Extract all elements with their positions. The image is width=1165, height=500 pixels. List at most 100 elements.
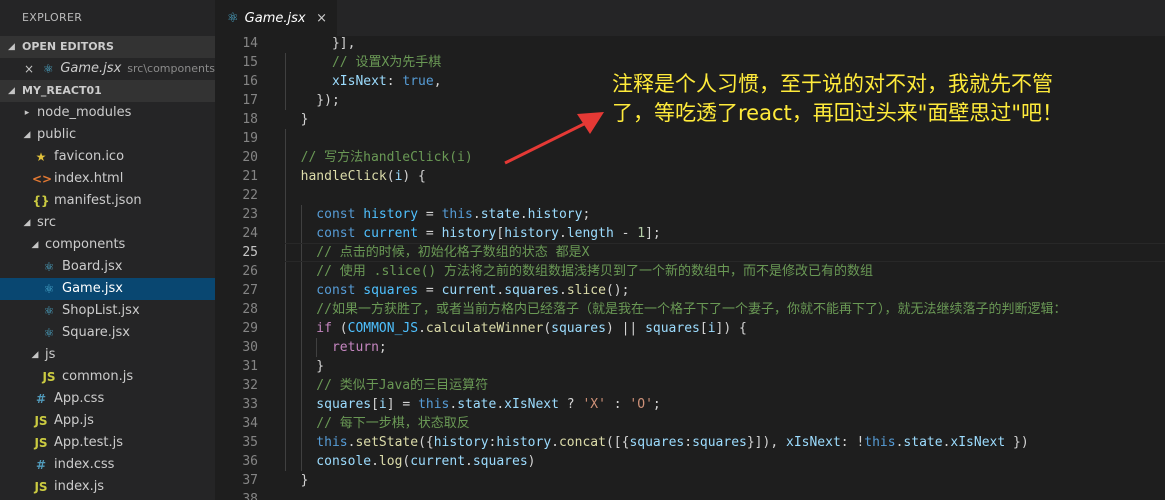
- code-token: ?: [558, 397, 583, 412]
- code-token: ]) {: [715, 321, 747, 336]
- code-token: const: [285, 226, 364, 241]
- code-token: if: [285, 321, 340, 336]
- code-line[interactable]: this.setState({history:history.concat([{…: [285, 433, 1028, 452]
- code-line[interactable]: // 使用 .slice() 方法将之前的数组数据浅拷贝到了一个新的数组中，而不…: [285, 262, 873, 281]
- code-line[interactable]: console.log(current.squares): [285, 452, 535, 471]
- code-token: slice: [566, 283, 606, 298]
- file-manifest-json[interactable]: {} manifest.json: [0, 190, 215, 212]
- explorer-title: EXPLORER: [22, 11, 83, 24]
- code-line[interactable]: // 类似于Java的三目运算符: [285, 376, 488, 395]
- json-icon: {}: [32, 194, 50, 208]
- tab-label: Game.jsx: [244, 10, 306, 26]
- code-token: xIsNext: [786, 435, 841, 450]
- file-app-test-js[interactable]: JS App.test.js: [0, 432, 215, 454]
- code-token: const: [285, 283, 364, 298]
- line-number: 15: [242, 55, 258, 70]
- code-line[interactable]: squares[i] = this.state.xIsNext ? 'X' : …: [285, 395, 660, 414]
- js-icon: JS: [34, 480, 48, 494]
- line-number: 21: [242, 169, 258, 184]
- open-editors-header[interactable]: ◢ OPEN EDITORS: [0, 36, 215, 58]
- code-token: }],: [285, 36, 356, 51]
- file-favicon-ico[interactable]: ★ favicon.ico: [0, 146, 215, 168]
- code-token: :: [605, 397, 630, 412]
- code-line[interactable]: return;: [285, 338, 387, 357]
- code-token: .: [558, 226, 567, 241]
- file-index-css[interactable]: # index.css: [0, 454, 215, 476]
- code-token: :: [684, 435, 693, 450]
- file-app-js[interactable]: JS App.js: [0, 410, 215, 432]
- code-line[interactable]: }: [285, 357, 324, 376]
- code-token: xIsNext: [950, 435, 1006, 450]
- code-line[interactable]: });: [285, 91, 340, 110]
- code-line[interactable]: // 每下一步棋，状态取反: [285, 414, 470, 433]
- file-game-jsx[interactable]: ⚛ Game.jsx: [0, 278, 215, 300]
- code-token: 1: [637, 226, 646, 241]
- folder-public[interactable]: ◢ public: [0, 124, 215, 146]
- line-number: 14: [242, 36, 258, 51]
- react-icon: ⚛: [43, 304, 55, 318]
- code-token: ] =: [386, 397, 419, 412]
- code-token: ): [527, 454, 536, 469]
- react-icon: ⚛: [43, 326, 55, 340]
- file-common-js[interactable]: JS common.js: [0, 366, 215, 388]
- close-icon[interactable]: ×: [24, 58, 34, 80]
- code-line[interactable]: if (COMMON_JS.calculateWinner(squares) |…: [285, 319, 747, 338]
- code-token: =: [418, 207, 442, 222]
- code-line[interactable]: xIsNext: true,: [285, 72, 442, 91]
- code-token: // 类似于Java的三目运算符: [285, 378, 489, 393]
- file-square-jsx[interactable]: ⚛ Square.jsx: [0, 322, 215, 344]
- code-token: log: [378, 454, 403, 469]
- code-token: state: [457, 397, 497, 412]
- code-token: }]),: [746, 435, 786, 450]
- tree-item-label: js: [45, 347, 56, 362]
- code-token: length: [566, 226, 614, 241]
- code-line[interactable]: }: [285, 471, 309, 490]
- code-line[interactable]: }],: [285, 36, 356, 53]
- file-app-css[interactable]: # App.css: [0, 388, 215, 410]
- code-token: calculateWinner: [425, 321, 544, 336]
- code-line[interactable]: const squares = current.squares.slice();: [285, 281, 629, 300]
- code-token: ,: [433, 74, 442, 89]
- code-token: history: [441, 226, 497, 241]
- code-line[interactable]: // 点击的时候，初始化格子数组的状态 都是X: [285, 243, 589, 262]
- file-shoplist-jsx[interactable]: ⚛ ShopList.jsx: [0, 300, 215, 322]
- folder-components[interactable]: ◢ components: [0, 234, 215, 256]
- tree-item-label: common.js: [62, 369, 134, 384]
- file-index-js[interactable]: JS index.js: [0, 476, 215, 498]
- code-token: squares: [363, 283, 419, 298]
- code-line[interactable]: const history = this.state.history;: [285, 205, 590, 224]
- tab-game-jsx[interactable]: ⚛ Game.jsx ×: [215, 0, 337, 36]
- code-token: :: [386, 74, 403, 89]
- line-number: 18: [242, 112, 258, 127]
- folder-node-modules[interactable]: ▸ node_modules: [0, 102, 215, 124]
- open-editor-item[interactable]: × ⚛ Game.jsx src\components: [0, 58, 215, 80]
- close-icon[interactable]: ×: [316, 11, 327, 26]
- code-line[interactable]: //如果一方获胜了，或者当前方格内已经落子（就是我在一个格子下了一个妻子，你就不…: [285, 300, 1066, 319]
- code-token: state: [480, 207, 520, 222]
- project-header[interactable]: ◢ MY_REACT01: [0, 80, 215, 102]
- react-icon: ⚛: [43, 260, 55, 274]
- annotation-text: 注释是个人习惯，至于说的对不对，我就先不管 了，等吃透了react，再回过头来"…: [612, 70, 1132, 128]
- code-token: // 每下一步棋，状态取反: [285, 416, 470, 431]
- code-token: .: [558, 283, 567, 298]
- file-index-html[interactable]: <> index.html: [0, 168, 215, 190]
- react-icon: ⚛: [227, 10, 239, 26]
- line-number: 29: [242, 321, 258, 336]
- code-token: squares: [645, 321, 700, 336]
- code-line[interactable]: // 设置X为先手棋: [285, 53, 441, 72]
- code-token: ();: [605, 283, 630, 298]
- code-token: [: [496, 226, 505, 241]
- folder-src[interactable]: ◢ src: [0, 212, 215, 234]
- open-editors-list: × ⚛ Game.jsx src\components: [0, 58, 215, 80]
- line-number: 28: [242, 302, 258, 317]
- code-line[interactable]: handleClick(i) {: [285, 167, 426, 186]
- code-token: ];: [645, 226, 661, 241]
- code-token: .: [472, 207, 481, 222]
- code-token: .: [551, 435, 559, 450]
- code-token: history: [433, 435, 489, 450]
- folder-js[interactable]: ◢ js: [0, 344, 215, 366]
- file-board-jsx[interactable]: ⚛ Board.jsx: [0, 256, 215, 278]
- code-line[interactable]: const current = history[history.length -…: [285, 224, 661, 243]
- code-line[interactable]: }: [285, 110, 309, 129]
- code-line[interactable]: // 写方法handleClick(i): [285, 148, 473, 167]
